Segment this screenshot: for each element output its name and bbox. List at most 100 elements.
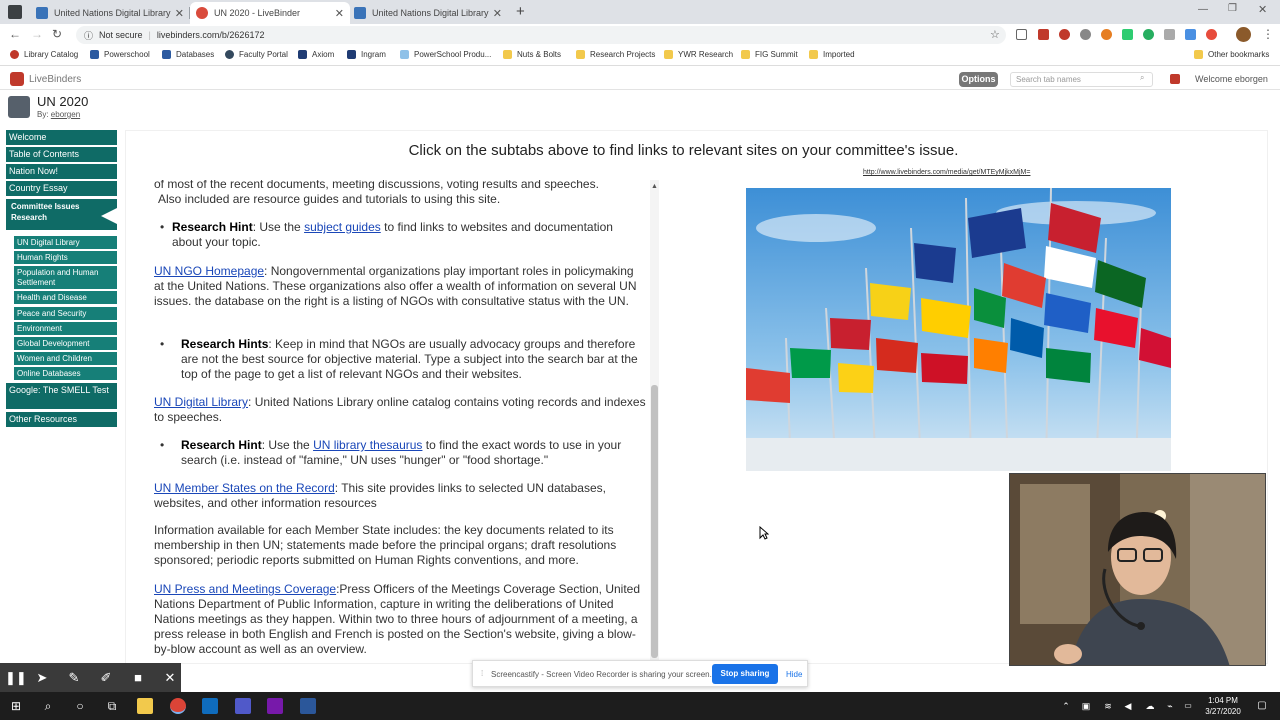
- media-link[interactable]: http://www.livebinders.com/media/get/MTE…: [863, 169, 1030, 176]
- subtab-human-rights[interactable]: Human Rights: [14, 251, 117, 264]
- subject-guides-link[interactable]: subject guides: [304, 220, 381, 234]
- close-toolbar-icon[interactable]: ✕: [162, 670, 178, 686]
- forward-icon[interactable]: →: [31, 27, 43, 41]
- onenote-icon[interactable]: [267, 698, 283, 714]
- un-press-coverage-link[interactable]: UN Press and Meetings Coverage: [154, 582, 336, 596]
- welcome-text[interactable]: Welcome eborgen: [1195, 74, 1268, 84]
- extension-icon[interactable]: [1143, 29, 1154, 40]
- browser-tab-2[interactable]: UN 2020 - LiveBinder ✕: [190, 2, 350, 24]
- minimize-icon[interactable]: —: [1198, 4, 1208, 15]
- bookmark-ingram[interactable]: Ingram: [347, 50, 386, 59]
- tab-search-icon[interactable]: [8, 5, 22, 19]
- task-view-icon[interactable]: ⧉: [104, 698, 120, 714]
- clock[interactable]: 1:04 PM 3/27/2020: [1200, 695, 1246, 717]
- extension-icon[interactable]: [1206, 29, 1217, 40]
- tray-icon[interactable]: ⌁: [1162, 698, 1178, 714]
- extension-icon[interactable]: [1122, 29, 1133, 40]
- outlook-icon[interactable]: [202, 698, 218, 714]
- info-icon[interactable]: ⓘ: [84, 29, 93, 42]
- bookmark-star-icon[interactable]: ☆: [990, 28, 1000, 41]
- pause-icon[interactable]: ❚❚: [5, 670, 27, 686]
- show-hidden-icons-icon[interactable]: ⌃: [1058, 698, 1074, 714]
- subtab-un-digital-library[interactable]: UN Digital Library: [14, 236, 117, 249]
- cursor-tool-icon[interactable]: ➤: [34, 670, 50, 686]
- profile-avatar[interactable]: [1236, 27, 1251, 42]
- livebinders-logo[interactable]: LiveBinders: [29, 74, 81, 85]
- content-scrollbar-thumb[interactable]: [651, 385, 658, 658]
- edit-icon[interactable]: [1170, 74, 1180, 84]
- tab-search-input[interactable]: Search tab names: [1010, 72, 1153, 87]
- onedrive-icon[interactable]: ☁: [1142, 698, 1158, 714]
- browser-menu-icon[interactable]: ⋮: [1262, 27, 1274, 41]
- sidebar-tab-country-essay[interactable]: Country Essay: [6, 181, 117, 197]
- cortana-icon[interactable]: ○: [72, 698, 88, 714]
- subtab-global-development[interactable]: Global Development: [14, 337, 117, 350]
- search-icon[interactable]: ⌕: [1140, 73, 1144, 83]
- teams-icon[interactable]: [235, 698, 251, 714]
- url-text[interactable]: livebinders.com/b/2626172: [157, 30, 265, 40]
- extension-icon[interactable]: [1080, 29, 1091, 40]
- bookmark-databases[interactable]: Databases: [162, 50, 214, 59]
- drag-handle-icon[interactable]: ⁞: [481, 669, 483, 678]
- bookmark-faculty-portal[interactable]: Faculty Portal: [225, 50, 288, 59]
- extension-icon[interactable]: [1164, 29, 1175, 40]
- stop-sharing-button[interactable]: Stop sharing: [712, 664, 778, 684]
- close-tab-icon[interactable]: ✕: [175, 7, 184, 20]
- restore-icon[interactable]: ❐: [1228, 3, 1237, 14]
- subtab-women-children[interactable]: Women and Children: [14, 352, 117, 365]
- new-tab-button[interactable]: +: [516, 3, 525, 20]
- content-text-panel[interactable]: of most of the recent documents, meeting…: [146, 180, 658, 660]
- back-icon[interactable]: ←: [9, 27, 21, 41]
- un-member-states-link[interactable]: UN Member States on the Record: [154, 481, 335, 495]
- tray-icon[interactable]: ▣: [1078, 698, 1094, 714]
- windows-start-icon[interactable]: ⊞: [8, 698, 24, 714]
- sidebar-tab-welcome[interactable]: Welcome: [6, 130, 117, 146]
- chrome-icon[interactable]: [170, 698, 186, 714]
- bookmark-ywr-research[interactable]: YWR Research: [664, 50, 733, 59]
- hide-button[interactable]: Hide: [786, 670, 802, 679]
- search-icon[interactable]: ⌕: [40, 698, 56, 714]
- browser-tab-3[interactable]: United Nations Digital Library Sy ✕: [348, 2, 508, 24]
- un-ngo-homepage-link[interactable]: UN NGO Homepage: [154, 264, 264, 278]
- reload-icon[interactable]: ↻: [52, 27, 62, 41]
- subtab-environment[interactable]: Environment: [14, 322, 117, 335]
- bookmark-imported[interactable]: Imported: [809, 50, 855, 59]
- sidebar-tab-other-resources[interactable]: Other Resources: [6, 412, 117, 428]
- webcam-overlay[interactable]: [1009, 473, 1266, 666]
- scroll-up-arrow-icon[interactable]: ▲: [651, 183, 658, 190]
- file-explorer-icon[interactable]: [137, 698, 153, 714]
- sidebar-tab-nation-now[interactable]: Nation Now!: [6, 164, 117, 180]
- author-link[interactable]: eborgen: [51, 110, 80, 119]
- language-icon[interactable]: ▭: [1180, 698, 1196, 714]
- bookmark-research-projects[interactable]: Research Projects: [576, 50, 655, 59]
- bookmark-nuts-bolts[interactable]: Nuts & Bolts: [503, 50, 561, 59]
- address-bar[interactable]: ⓘ Not secure | livebinders.com/b/2626172…: [76, 26, 1006, 44]
- bookmark-fig-summit[interactable]: FIG Summit: [741, 50, 798, 59]
- volume-icon[interactable]: ◀: [1120, 698, 1136, 714]
- sidebar-tab-smell-test[interactable]: Google: The SMELL Test: [6, 383, 117, 410]
- close-tab-icon[interactable]: ✕: [335, 7, 344, 20]
- extension-icon[interactable]: [1038, 29, 1049, 40]
- bookmark-other[interactable]: Other bookmarks: [1194, 50, 1269, 59]
- bookmark-axiom[interactable]: Axiom: [298, 50, 334, 59]
- extension-icon[interactable]: [1101, 29, 1112, 40]
- highlighter-icon[interactable]: ✐: [98, 670, 114, 686]
- bookmark-library-catalog[interactable]: Library Catalog: [10, 50, 78, 59]
- translate-icon[interactable]: [1185, 29, 1196, 40]
- options-button[interactable]: Options: [959, 72, 998, 87]
- window-close-icon[interactable]: ✕: [1258, 3, 1267, 16]
- subtab-online-databases[interactable]: Online Databases: [14, 367, 117, 380]
- close-tab-icon[interactable]: ✕: [493, 7, 502, 20]
- subtab-population-human-settlement[interactable]: Population and Human Settlement: [14, 266, 117, 289]
- notifications-icon[interactable]: ▢: [1254, 698, 1270, 714]
- subtab-health-disease[interactable]: Health and Disease: [14, 291, 117, 304]
- un-library-thesaurus-link[interactable]: UN library thesaurus: [313, 438, 422, 452]
- wifi-icon[interactable]: ≋: [1100, 698, 1116, 714]
- browser-tab-1[interactable]: United Nations Digital Library Sy ✕: [30, 2, 190, 24]
- sidebar-tab-table-of-contents[interactable]: Table of Contents: [6, 147, 117, 163]
- pocket-icon[interactable]: [1016, 29, 1027, 40]
- bookmark-powerschool[interactable]: Powerschool: [90, 50, 150, 59]
- camera-icon[interactable]: ■: [130, 670, 146, 685]
- subtab-peace-security[interactable]: Peace and Security: [14, 307, 117, 320]
- un-digital-library-link[interactable]: UN Digital Library: [154, 395, 248, 409]
